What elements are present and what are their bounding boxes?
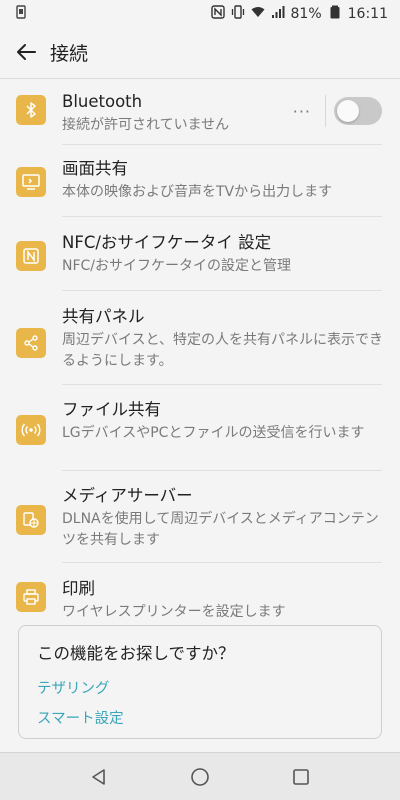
list-item-print[interactable]: 印刷 ワイヤレスプリンターを設定します <box>0 563 400 633</box>
screen-cast-icon <box>16 167 46 197</box>
item-title: メディアサーバー <box>62 486 193 505</box>
list-item-bluetooth[interactable]: Bluetooth 接続が許可されていません ··· <box>0 79 400 145</box>
item-title: 共有パネル <box>62 307 145 326</box>
circle-home-icon <box>191 767 209 786</box>
nfc-status-icon <box>210 5 225 23</box>
item-subtitle: 本体の映像および音声をTVから出力します <box>62 184 333 200</box>
settings-list: Bluetooth 接続が許可されていません ··· 画面共有 本体の映像および… <box>0 79 400 633</box>
status-bar: 81% 16:11 <box>0 0 400 28</box>
list-item-screen-share[interactable]: 画面共有 本体の映像および音声をTVから出力します <box>0 145 400 217</box>
item-subtitle: ワイヤレスプリンターを設定します <box>62 604 286 620</box>
item-subtitle: 接続が許可されていません <box>62 117 230 133</box>
page-title: 接続 <box>50 42 89 65</box>
more-options-button[interactable]: ··· <box>293 102 311 121</box>
item-subtitle: DLNAを使用して周辺デバイスとメディアコンテンツを共有します <box>62 511 379 548</box>
clock: 16:11 <box>347 6 388 22</box>
suggestion-title: この機能をお探しですか？ <box>37 644 235 663</box>
suggestion-card: この機能をお探しですか？ テザリング スマート設定 <box>18 625 382 739</box>
bluetooth-icon <box>16 95 46 125</box>
list-item-nfc[interactable]: NFC/おサイフケータイ 設定 NFC/おサイフケータイの設定と管理 <box>0 217 400 291</box>
back-button[interactable] <box>12 38 40 66</box>
wireless-share-icon <box>16 415 46 445</box>
item-title: ファイル共有 <box>62 400 161 419</box>
app-bar: 接続 <box>0 28 400 76</box>
square-recents-icon <box>293 768 310 785</box>
nav-recents-button[interactable] <box>281 757 321 797</box>
media-server-icon <box>16 505 46 535</box>
nav-back-button[interactable] <box>79 757 119 797</box>
arrow-left-icon <box>17 44 36 60</box>
item-title: NFC/おサイフケータイ 設定 <box>62 233 272 252</box>
signal-icon <box>271 5 285 23</box>
nav-home-button[interactable] <box>180 757 220 797</box>
battery-icon <box>328 5 342 23</box>
item-title: 画面共有 <box>62 159 128 178</box>
share-icon <box>16 328 46 358</box>
tethering-link[interactable]: テザリング <box>37 677 363 698</box>
list-item-share-panel[interactable]: 共有パネル 周辺デバイスと、特定の人を共有パネルに表示できるようにします。 <box>0 291 400 385</box>
list-item-media-server[interactable]: メディアサーバー DLNAを使用して周辺デバイスとメディアコンテンツを共有します <box>0 471 400 563</box>
vibrate-icon <box>231 5 245 23</box>
toggle-knob <box>337 100 359 122</box>
wifi-icon <box>251 5 265 23</box>
item-title: Bluetooth <box>62 92 143 111</box>
item-title: 印刷 <box>62 579 95 598</box>
bluetooth-toggle[interactable] <box>334 97 382 125</box>
item-subtitle: 周辺デバイスと、特定の人を共有パネルに表示できるようにします。 <box>62 332 384 369</box>
smart-settings-link[interactable]: スマート設定 <box>37 707 363 728</box>
printer-icon <box>16 582 46 612</box>
divider <box>325 95 326 127</box>
nfc-icon <box>16 241 46 271</box>
triangle-back-icon <box>91 768 105 785</box>
battery-percent: 81% <box>290 6 322 22</box>
navigation-bar <box>0 752 400 800</box>
item-subtitle: LGデバイスやPCとファイルの送受信を行います <box>62 425 365 441</box>
list-item-file-share[interactable]: ファイル共有 LGデバイスやPCとファイルの送受信を行います <box>0 385 400 471</box>
storage-icon <box>14 5 28 23</box>
item-subtitle: NFC/おサイフケータイの設定と管理 <box>62 258 292 274</box>
